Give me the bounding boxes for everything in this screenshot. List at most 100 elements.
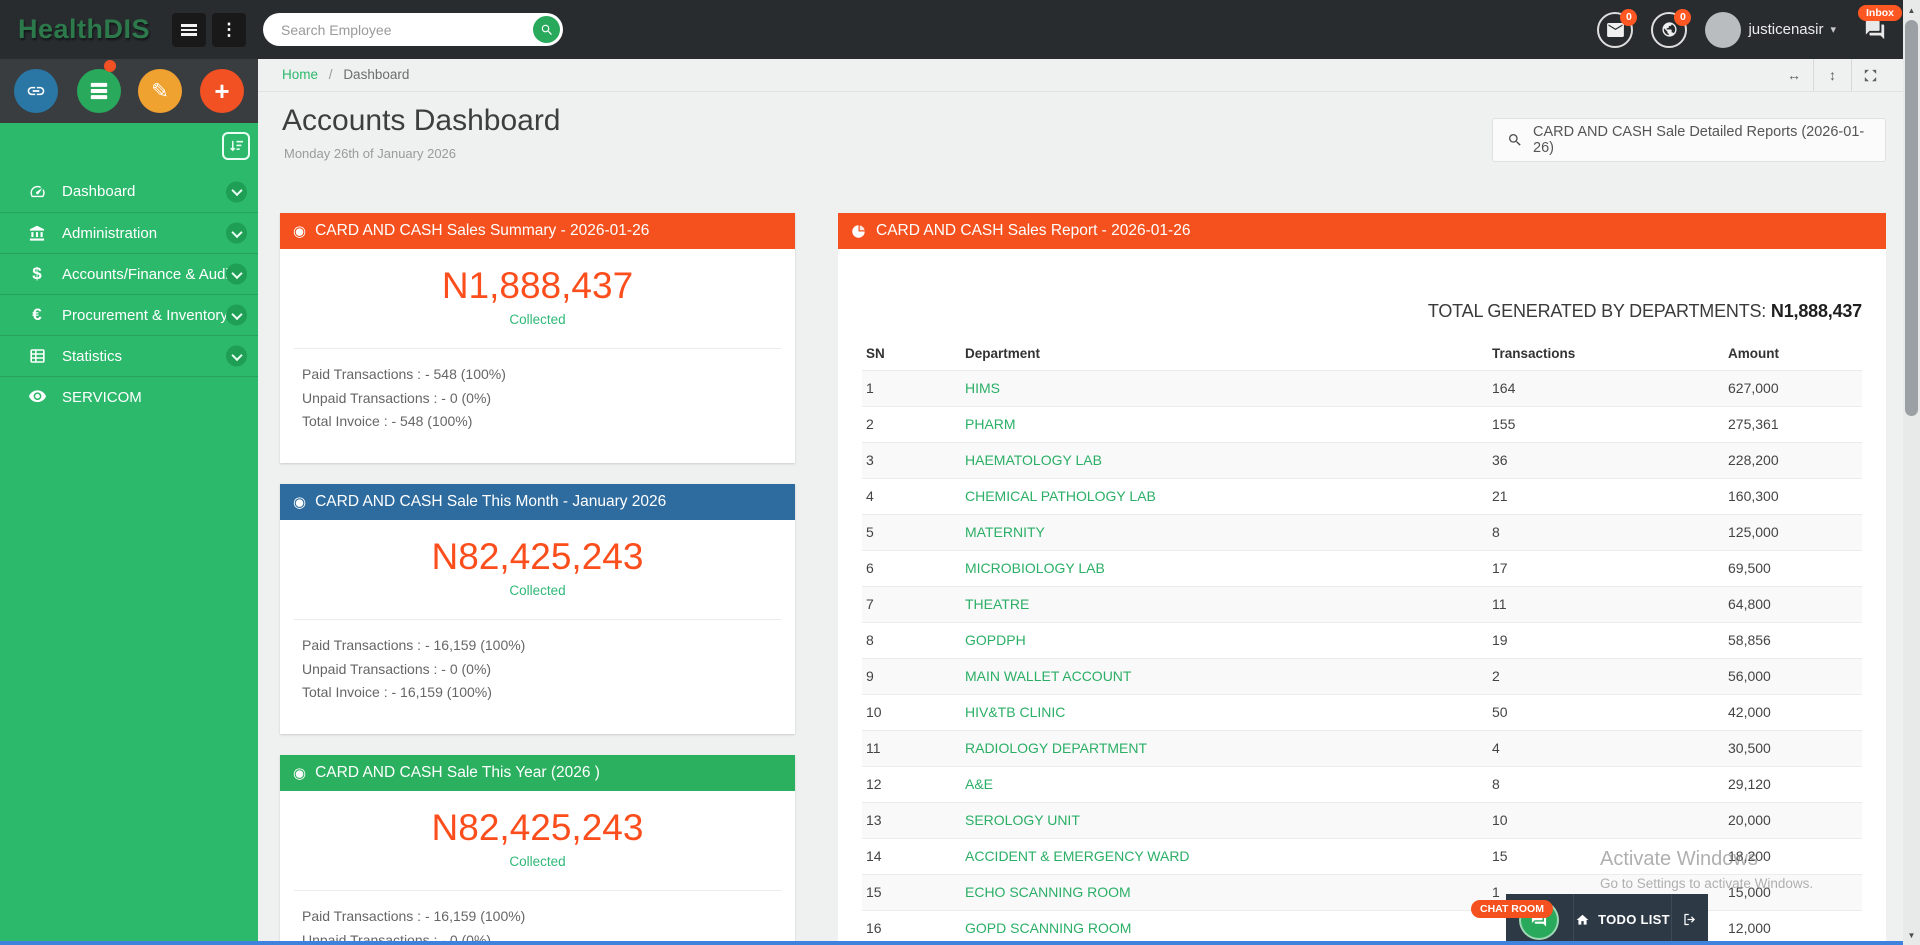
options-button[interactable]: ⋮ xyxy=(212,13,246,47)
sidebar-item-procurement[interactable]: € Procurement & Inventory xyxy=(0,294,258,335)
breadcrumb-home-link[interactable]: Home xyxy=(282,67,318,82)
breadcrumb-bar: Home / Dashboard ↔ ↕ xyxy=(258,59,1903,92)
report-total-value: N1,888,437 xyxy=(1771,301,1862,321)
menu-list-quick-button[interactable] xyxy=(77,69,121,113)
sidebar-sort-button[interactable] xyxy=(222,132,250,160)
card-stats: Paid Transactions : - 16,159 (100%)Unpai… xyxy=(280,634,795,705)
cell-sn: 2 xyxy=(862,406,961,442)
department-link[interactable]: HIMS xyxy=(965,380,1000,396)
search-icon xyxy=(540,23,554,37)
report-title: CARD AND CASH Sales Report - 2026-01-26 xyxy=(876,222,1190,240)
department-link[interactable]: HAEMATOLOGY LAB xyxy=(965,452,1102,468)
cell-department: MATERNITY xyxy=(961,514,1488,550)
cell-sn: 16 xyxy=(862,910,961,945)
bank-icon xyxy=(28,225,46,242)
messages-button[interactable]: 0 xyxy=(1597,12,1633,48)
cell-department: HAEMATOLOGY LAB xyxy=(961,442,1488,478)
cell-transactions: 2 xyxy=(1488,658,1724,694)
app-logo: HealthDIS xyxy=(18,0,150,59)
column-header-department: Department xyxy=(961,338,1488,370)
cell-amount: 30,500 xyxy=(1724,730,1862,766)
chevron-down-icon[interactable] xyxy=(226,223,247,244)
report-search-text: CARD AND CASH Sale Detailed Reports (202… xyxy=(1533,124,1885,156)
department-link[interactable]: MICROBIOLOGY LAB xyxy=(965,560,1105,576)
card-stat-line: Paid Transactions : - 16,159 (100%) xyxy=(280,634,795,658)
cell-department: ECHO SCANNING ROOM xyxy=(961,874,1488,910)
cell-amount: 20,000 xyxy=(1724,802,1862,838)
inbox-button[interactable]: Inbox xyxy=(1862,19,1888,41)
todo-list-button[interactable]: TODO LIST xyxy=(1574,894,1671,945)
notifications-button[interactable]: 0 xyxy=(1651,12,1687,48)
table-row: 2PHARM155275,361 xyxy=(862,406,1862,442)
department-link[interactable]: THEATRE xyxy=(965,596,1029,612)
sidebar-item-accounts-finance[interactable]: $ Accounts/Finance & Audit xyxy=(0,253,258,294)
department-link[interactable]: MATERNITY xyxy=(965,524,1045,540)
cell-transactions: 11 xyxy=(1488,586,1724,622)
cell-sn: 12 xyxy=(862,766,961,802)
user-menu[interactable]: justicenasir ▾ xyxy=(1705,12,1836,48)
tachometer-icon xyxy=(28,183,47,200)
signout-button[interactable] xyxy=(1672,894,1708,945)
employee-search-input[interactable] xyxy=(263,22,533,38)
department-link[interactable]: CHEMICAL PATHOLOGY LAB xyxy=(965,488,1156,504)
cell-amount: 69,500 xyxy=(1724,550,1862,586)
todo-list-label: TODO LIST xyxy=(1598,912,1670,927)
card-header: ◉ CARD AND CASH Sale This Year (2026 ) xyxy=(280,755,795,791)
column-header-transactions: Transactions xyxy=(1488,338,1724,370)
scroll-down-arrow[interactable]: ▼ xyxy=(1903,927,1920,943)
cell-department: HIMS xyxy=(961,370,1488,406)
department-link[interactable]: HIV&TB CLINIC xyxy=(965,704,1065,720)
dollar-icon: $ xyxy=(32,264,41,284)
scroll-up-arrow[interactable]: ▲ xyxy=(1903,2,1920,18)
department-link[interactable]: SEROLOGY UNIT xyxy=(965,812,1080,828)
table-row: 13SEROLOGY UNIT1020,000 xyxy=(862,802,1862,838)
department-link[interactable]: ECHO SCANNING ROOM xyxy=(965,884,1131,900)
chevron-down-icon[interactable] xyxy=(226,181,247,202)
cell-sn: 1 xyxy=(862,370,961,406)
cell-department: SEROLOGY UNIT xyxy=(961,802,1488,838)
sidebar-item-administration[interactable]: Administration xyxy=(0,212,258,253)
edit-quick-button[interactable]: ✎ xyxy=(138,69,182,113)
department-link[interactable]: PHARM xyxy=(965,416,1016,432)
link-quick-button[interactable] xyxy=(14,69,58,113)
cell-department: GOPD SCANNING ROOM xyxy=(961,910,1488,945)
chevron-down-icon[interactable] xyxy=(226,305,247,326)
sidebar-item-dashboard[interactable]: Dashboard xyxy=(0,171,258,212)
sidebar-toggle-button[interactable] xyxy=(172,13,206,47)
cell-amount: 58,856 xyxy=(1724,622,1862,658)
resize-horizontal-button[interactable]: ↔ xyxy=(1775,59,1813,91)
department-link[interactable]: GOPDPH xyxy=(965,632,1026,648)
resize-vertical-button[interactable]: ↕ xyxy=(1813,59,1851,91)
hamburger-icon xyxy=(181,22,197,38)
cell-department: MAIN WALLET ACCOUNT xyxy=(961,658,1488,694)
card-stat-line: Paid Transactions : - 16,159 (100%) xyxy=(280,905,795,929)
department-link[interactable]: A&E xyxy=(965,776,993,792)
department-link[interactable]: RADIOLOGY DEPARTMENT xyxy=(965,740,1147,756)
department-link[interactable]: ACCIDENT & EMERGENCY WARD xyxy=(965,848,1190,864)
fullscreen-button[interactable] xyxy=(1851,59,1889,91)
department-link[interactable]: MAIN WALLET ACCOUNT xyxy=(965,668,1131,684)
employee-search-button[interactable] xyxy=(533,16,560,43)
scrollbar-thumb[interactable] xyxy=(1905,20,1918,416)
cell-sn: 11 xyxy=(862,730,961,766)
sort-icon xyxy=(229,139,244,154)
table-row: 9MAIN WALLET ACCOUNT256,000 xyxy=(862,658,1862,694)
cell-transactions: 15 xyxy=(1488,838,1724,874)
add-quick-button[interactable]: + xyxy=(200,69,244,113)
cell-amount: 125,000 xyxy=(1724,514,1862,550)
chevron-down-icon[interactable] xyxy=(226,264,247,285)
department-link[interactable]: GOPD SCANNING ROOM xyxy=(965,920,1131,936)
bullseye-icon: ◉ xyxy=(293,764,306,782)
window-bottom-edge xyxy=(0,941,1903,945)
vertical-scrollbar[interactable]: ▲ ▼ xyxy=(1903,0,1920,945)
cell-amount: 42,000 xyxy=(1724,694,1862,730)
avatar[interactable] xyxy=(1705,12,1741,48)
cell-department: MICROBIOLOGY LAB xyxy=(961,550,1488,586)
sidebar-item-servicom[interactable]: SERVICOM xyxy=(0,376,258,417)
sales-month-card: ◉ CARD AND CASH Sale This Month - Januar… xyxy=(280,484,795,734)
chevron-down-icon[interactable] xyxy=(226,346,247,367)
sidebar-item-statistics[interactable]: Statistics xyxy=(0,335,258,376)
cell-transactions: 17 xyxy=(1488,550,1724,586)
report-search-box[interactable]: CARD AND CASH Sale Detailed Reports (202… xyxy=(1492,118,1886,162)
plus-icon: + xyxy=(214,78,229,104)
